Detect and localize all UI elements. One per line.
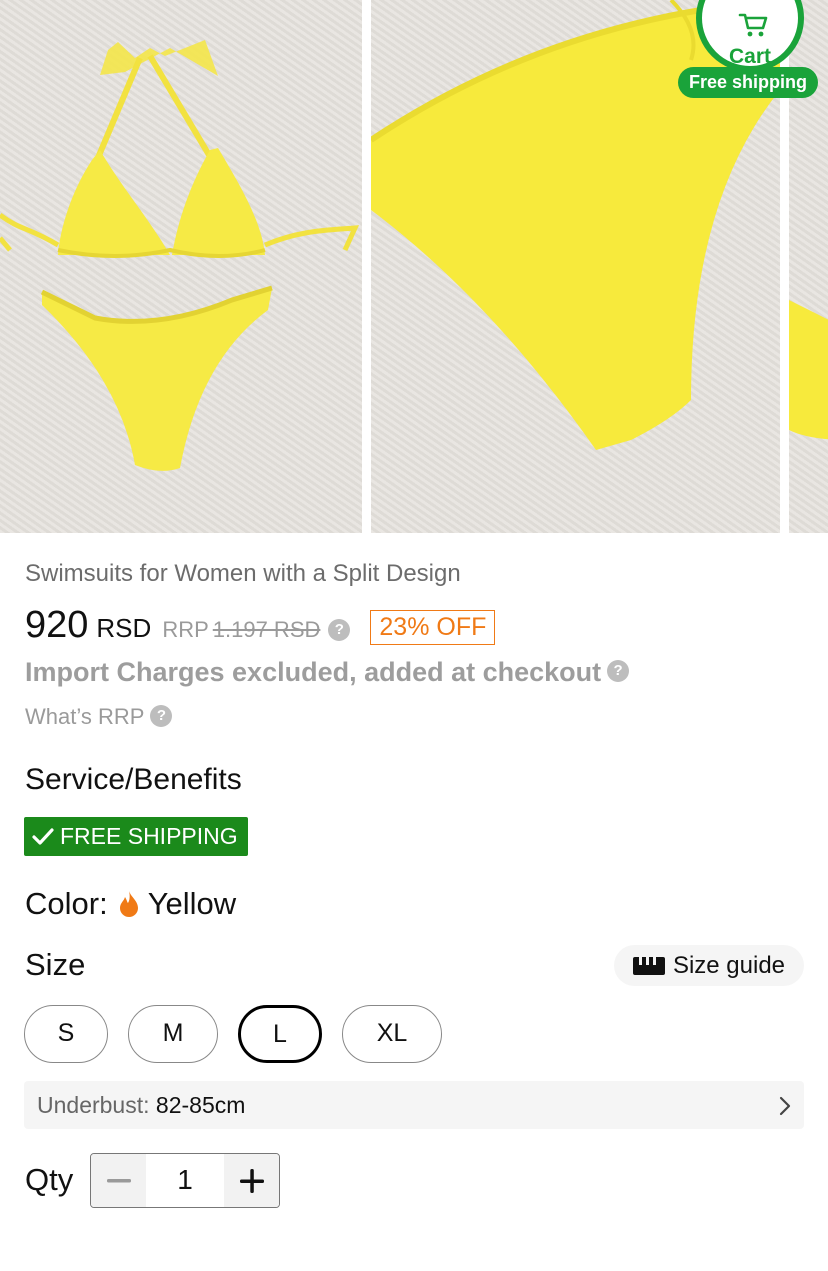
size-option-xl[interactable]: XL	[342, 1005, 442, 1063]
shopping-cart-icon	[738, 13, 768, 37]
size-label: Size	[25, 947, 86, 982]
size-guide-button[interactable]: Size guide	[614, 945, 804, 986]
import-charges-text: Import Charges excluded, added at checko…	[25, 657, 602, 687]
cart-label: Cart	[728, 45, 771, 68]
color-swatch-flame-icon	[119, 891, 138, 917]
size-option-s[interactable]: S	[24, 1005, 108, 1063]
whats-rrp-help-icon[interactable]: ?	[150, 705, 173, 728]
import-help-icon[interactable]: ?	[607, 659, 630, 682]
whats-rrp-link[interactable]: What’s RRP?	[25, 704, 173, 730]
size-option-m[interactable]: M	[128, 1005, 218, 1063]
qty-decrease-button[interactable]	[91, 1154, 146, 1207]
sale-price: 920	[25, 604, 89, 646]
free-shipping-pill: Free shipping	[678, 67, 819, 98]
size-option-l-selected[interactable]: L	[238, 1005, 322, 1063]
color-value: Yellow	[147, 886, 237, 921]
import-charges-note: Import Charges excluded, added at checko…	[25, 657, 630, 688]
plus-icon	[239, 1168, 264, 1193]
color-row: Color: Yellow	[25, 886, 236, 922]
free-shipping-badge-text: FREE SHIPPING	[60, 823, 238, 849]
rrp-label: RRP	[162, 617, 209, 642]
bikini-set-illustration	[0, 40, 360, 471]
qty-increase-button[interactable]	[224, 1154, 279, 1207]
checkmark-icon	[32, 827, 54, 845]
size-guide-label: Size guide	[672, 951, 786, 979]
qty-value[interactable]: 1	[146, 1154, 224, 1207]
rrp-value: 1.197 RSD	[212, 617, 321, 642]
rrp-help-icon[interactable]: ?	[328, 619, 351, 641]
price-row: 920 RSD RRP 1.197 RSD ? 23% OFF	[25, 604, 496, 652]
underbust-value: 82-85cm	[155, 1092, 246, 1118]
service-benefits-heading: Service/Benefits	[25, 763, 242, 796]
minus-icon	[106, 1178, 131, 1182]
cart-button[interactable]: Cart	[696, 0, 804, 72]
qty-label: Qty	[25, 1162, 74, 1197]
free-shipping-badge: FREE SHIPPING	[24, 817, 248, 856]
whats-rrp-text: What’s RRP	[25, 704, 145, 729]
discount-badge: 23% OFF	[370, 610, 496, 645]
product-title: Swimsuits for Women with a Split Design	[25, 560, 461, 587]
price-currency: RSD	[96, 613, 152, 643]
quantity-stepper: 1	[90, 1153, 280, 1208]
product-image-1[interactable]	[0, 0, 362, 533]
color-label: Color:	[25, 886, 108, 921]
chevron-right-icon	[779, 1096, 791, 1116]
underbust-label: Underbust:	[37, 1092, 150, 1118]
ruler-icon	[632, 956, 665, 975]
underbust-measurement-row[interactable]: Underbust: 82-85cm	[24, 1081, 804, 1129]
